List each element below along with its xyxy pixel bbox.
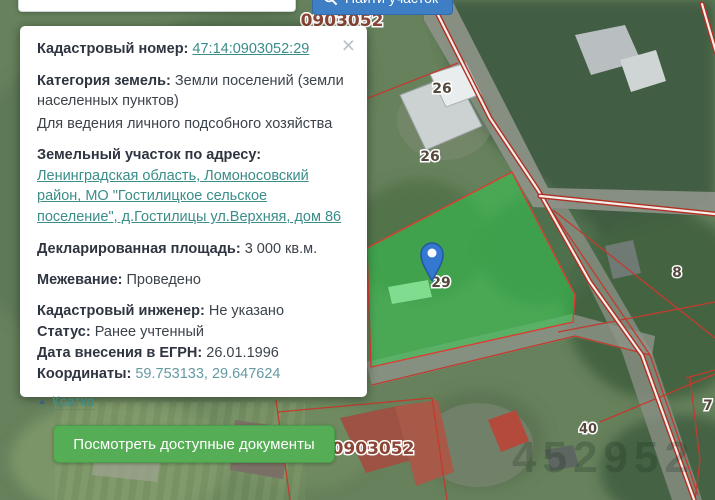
search-icon xyxy=(325,0,338,5)
find-parcel-button[interactable]: Найти участок xyxy=(312,0,454,15)
field-address: Земельный участок по адресу: Ленинградск… xyxy=(37,145,351,227)
field-value: 3 000 кв.м. xyxy=(244,240,318,257)
map-parcel-label: 0903052 xyxy=(332,439,415,459)
field-label: Категория земель: xyxy=(37,72,171,89)
field-label: Дата внесения в ЕГРН: xyxy=(37,345,203,362)
field-surveying: Межевание: Проведено xyxy=(37,270,351,291)
coordinates-value: 59.753133, 29.647624 xyxy=(135,366,281,383)
map-parcel-label: 7 xyxy=(703,398,713,414)
collapse-row: ▲ Кратко xyxy=(37,392,351,411)
find-parcel-button-label: Найти участок xyxy=(345,0,438,6)
map-parcel-label: 8 xyxy=(672,265,682,281)
collapse-link[interactable]: Кратко xyxy=(51,394,95,411)
address-link[interactable]: Ленинградская область, Ломоносовский рай… xyxy=(37,168,341,225)
close-icon[interactable]: × xyxy=(338,30,359,61)
parcel-search-input[interactable] xyxy=(18,0,296,12)
map-parcel-label: 26 xyxy=(432,81,451,97)
field-egrn-date: Дата внесения в ЕГРН: 26.01.1996 xyxy=(37,344,351,363)
field-status: Статус: Ранее учтенный xyxy=(37,323,351,342)
field-label: Кадастровый номер: xyxy=(37,41,189,57)
field-value: Не указано xyxy=(208,302,285,319)
field-land-category: Категория земель: Земли поселений (земли… xyxy=(37,71,351,112)
field-value: Ранее учтенный xyxy=(94,323,205,340)
cadastral-number-link[interactable]: 47:14:0903052:29 xyxy=(192,41,309,57)
field-value: 26.01.1996 xyxy=(206,345,279,362)
field-land-use: Для ведения личного подсобного хозяйства xyxy=(37,115,333,132)
field-declared-area: Декларированная площадь: 3 000 кв.м. xyxy=(37,239,351,260)
field-label: Межевание: xyxy=(37,272,123,289)
photo-watermark: 452952 xyxy=(512,433,695,482)
field-cadastral-number: Кадастровый номер: 47:14:0903052:29 xyxy=(37,39,351,60)
view-documents-button[interactable]: Посмотреть доступные документы xyxy=(53,425,335,464)
map-parcel-label: 40 xyxy=(579,422,597,437)
field-label: Координаты: xyxy=(37,366,132,383)
field-coordinates: Координаты: 59.753133, 29.647624 xyxy=(37,365,351,384)
field-value: Проведено xyxy=(126,272,201,289)
field-label: Земельный участок по адресу: xyxy=(37,147,262,164)
parcel-info-panel: × Кадастровый номер: 47:14:0903052:29 Ка… xyxy=(20,26,367,464)
field-label: Декларированная площадь: xyxy=(37,240,241,257)
map-parcel-label: 26 xyxy=(420,149,439,165)
field-label: Кадастровый инженер: xyxy=(37,302,205,319)
collapse-arrow-icon: ▲ xyxy=(37,396,47,408)
field-engineer: Кадастровый инженер: Не указано xyxy=(37,302,351,321)
field-label: Статус: xyxy=(37,323,91,340)
